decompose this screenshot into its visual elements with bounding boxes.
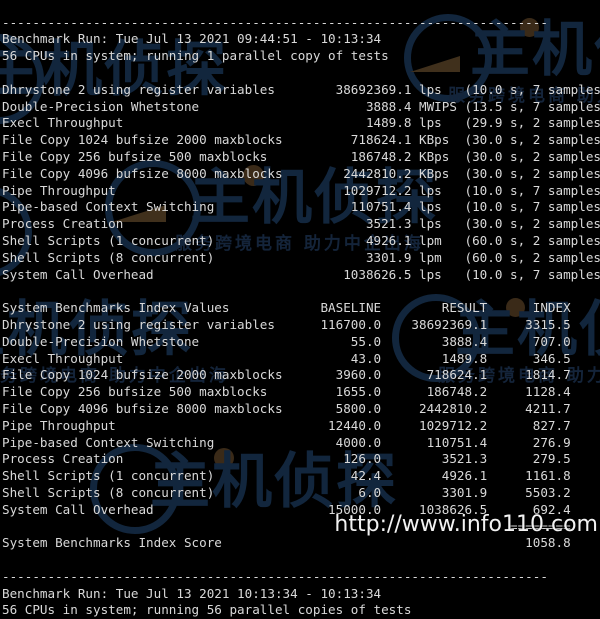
- watermark-site-url: http://www.info110.com: [334, 512, 598, 537]
- terminal-output: ----------------------------------------…: [2, 14, 600, 618]
